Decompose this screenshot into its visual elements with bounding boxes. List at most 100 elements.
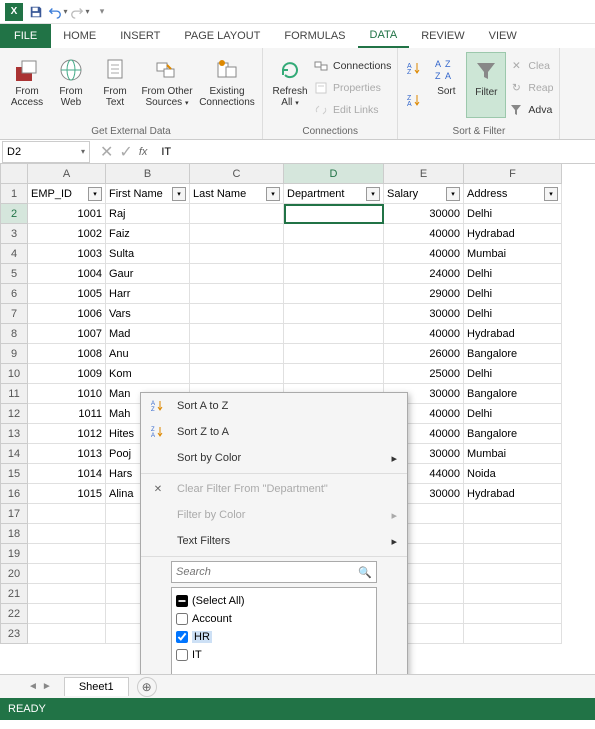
select-all-corner[interactable]: [0, 164, 28, 184]
cell[interactable]: 30000: [384, 304, 464, 324]
row-header[interactable]: 15: [0, 464, 28, 484]
tab-page-layout[interactable]: PAGE LAYOUT: [172, 24, 272, 48]
cell[interactable]: 1002: [28, 224, 106, 244]
cell[interactable]: Anu: [106, 344, 190, 364]
cell[interactable]: 1003: [28, 244, 106, 264]
tab-formulas[interactable]: FORMULAS: [272, 24, 357, 48]
cell[interactable]: Hydrabad: [464, 484, 562, 504]
fx-icon[interactable]: fx: [139, 146, 148, 158]
advanced-filter-button[interactable]: Adva: [508, 100, 553, 120]
row-header[interactable]: 3: [0, 224, 28, 244]
cell[interactable]: [28, 504, 106, 524]
filter-option-account[interactable]: Account: [176, 610, 372, 628]
tab-home[interactable]: HOME: [51, 24, 108, 48]
cell[interactable]: 1001: [28, 204, 106, 224]
cell[interactable]: [28, 544, 106, 564]
undo-button[interactable]: ▾: [48, 2, 68, 22]
cell[interactable]: 1008: [28, 344, 106, 364]
row-header[interactable]: 10: [0, 364, 28, 384]
tab-data[interactable]: DATA: [358, 24, 410, 48]
cell[interactable]: [28, 604, 106, 624]
cell[interactable]: [464, 544, 562, 564]
row-header[interactable]: 6: [0, 284, 28, 304]
cell[interactable]: 30000: [384, 204, 464, 224]
cell[interactable]: 1013: [28, 444, 106, 464]
sheet-nav-prev-icon[interactable]: ◄: [28, 681, 38, 692]
row-header[interactable]: 18: [0, 524, 28, 544]
from-access-button[interactable]: From Access: [6, 52, 48, 118]
cell[interactable]: Mumbai: [464, 444, 562, 464]
row-header[interactable]: 12: [0, 404, 28, 424]
row-header[interactable]: 11: [0, 384, 28, 404]
cell[interactable]: 1010: [28, 384, 106, 404]
filter-dropdown-icon[interactable]: ▾: [266, 187, 280, 201]
cell[interactable]: 1009: [28, 364, 106, 384]
cell[interactable]: 1006: [28, 304, 106, 324]
cell[interactable]: [190, 304, 284, 324]
row-header[interactable]: 9: [0, 344, 28, 364]
tab-view[interactable]: VIEW: [477, 24, 529, 48]
row-header[interactable]: 7: [0, 304, 28, 324]
cell[interactable]: Noida: [464, 464, 562, 484]
col-header-b[interactable]: B: [106, 164, 190, 184]
filter-dropdown-icon[interactable]: ▾: [446, 187, 460, 201]
cell[interactable]: [464, 564, 562, 584]
cell[interactable]: Hydrabad: [464, 224, 562, 244]
filter-search-box[interactable]: 🔍: [171, 561, 377, 583]
col-header-a[interactable]: A: [28, 164, 106, 184]
cell[interactable]: [464, 524, 562, 544]
row-header[interactable]: 21: [0, 584, 28, 604]
column-header-cell[interactable]: Address▾: [464, 184, 562, 204]
checkbox-hr[interactable]: [176, 631, 188, 643]
column-header-cell[interactable]: Department▾: [284, 184, 384, 204]
cell[interactable]: Faiz: [106, 224, 190, 244]
row-header[interactable]: 17: [0, 504, 28, 524]
from-web-button[interactable]: From Web: [50, 52, 92, 118]
row-header[interactable]: 8: [0, 324, 28, 344]
cell[interactable]: [284, 284, 384, 304]
cell[interactable]: Delhi: [464, 264, 562, 284]
row-header[interactable]: 2: [0, 204, 28, 224]
filter-button[interactable]: Filter: [466, 52, 506, 118]
cell[interactable]: [190, 364, 284, 384]
cell[interactable]: [284, 224, 384, 244]
column-header-cell[interactable]: Last Name▾: [190, 184, 284, 204]
cell[interactable]: [464, 504, 562, 524]
tab-review[interactable]: REVIEW: [409, 24, 476, 48]
existing-connections-button[interactable]: Existing Connections: [198, 52, 256, 118]
row-header[interactable]: 22: [0, 604, 28, 624]
cell[interactable]: Sulta: [106, 244, 190, 264]
cell[interactable]: 29000: [384, 284, 464, 304]
sort-button[interactable]: AZZA Sort: [428, 52, 464, 118]
row-header[interactable]: 13: [0, 424, 28, 444]
cell[interactable]: Gaur: [106, 264, 190, 284]
cell[interactable]: Mad: [106, 324, 190, 344]
filter-option-it[interactable]: IT: [176, 646, 372, 664]
save-icon[interactable]: [26, 2, 46, 22]
checkbox-select-all[interactable]: [176, 595, 188, 607]
from-text-button[interactable]: From Text: [94, 52, 136, 118]
filter-dropdown-icon[interactable]: ▾: [544, 187, 558, 201]
sort-a-to-z[interactable]: AZ Sort A to Z: [141, 393, 407, 419]
cell[interactable]: 1007: [28, 324, 106, 344]
cell[interactable]: [284, 364, 384, 384]
cell[interactable]: [464, 604, 562, 624]
cell[interactable]: 1015: [28, 484, 106, 504]
cell[interactable]: 40000: [384, 224, 464, 244]
formula-input[interactable]: IT: [155, 146, 595, 158]
redo-button[interactable]: ▾: [70, 2, 90, 22]
filter-search-input[interactable]: [176, 566, 358, 578]
tab-file[interactable]: FILE: [0, 24, 51, 48]
cell[interactable]: [284, 324, 384, 344]
name-box[interactable]: D2▾: [2, 141, 90, 163]
cell[interactable]: [190, 204, 284, 224]
cell[interactable]: [284, 304, 384, 324]
customize-qat-icon[interactable]: ▾: [92, 2, 112, 22]
new-sheet-button[interactable]: ⊕: [137, 677, 157, 697]
cell[interactable]: [190, 224, 284, 244]
sheet-nav-next-icon[interactable]: ►: [42, 681, 52, 692]
cell[interactable]: 1005: [28, 284, 106, 304]
filter-dropdown-icon[interactable]: ▾: [88, 187, 102, 201]
cell[interactable]: 1012: [28, 424, 106, 444]
checkbox-account[interactable]: [176, 613, 188, 625]
